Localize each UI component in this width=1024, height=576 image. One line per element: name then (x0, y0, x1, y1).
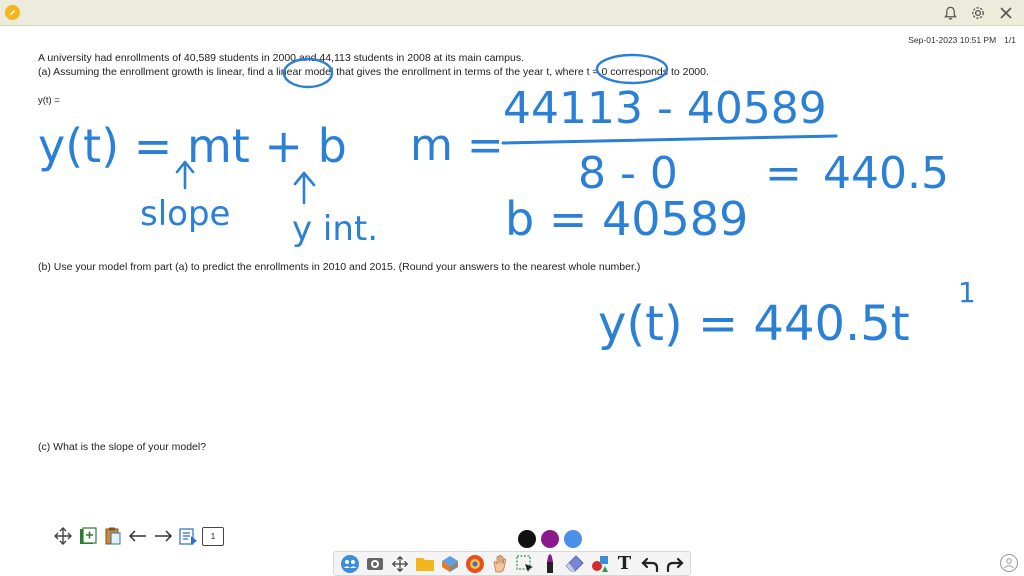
text-tool-icon[interactable]: T (615, 554, 635, 574)
ink-layer: y(t) = mt + b slope y int. m = 44113 - 4… (38, 53, 976, 352)
marker-icon[interactable] (540, 554, 560, 574)
redo-icon[interactable] (665, 554, 685, 574)
ink-m-value: 440.5 (823, 148, 949, 199)
move-icon[interactable] (52, 525, 74, 547)
ink-circle-where (595, 53, 669, 85)
arrow-right-icon[interactable] (152, 525, 174, 547)
add-page-icon[interactable] (77, 525, 99, 547)
text-tool-label: T (617, 552, 632, 574)
screenshot-icon[interactable] (365, 554, 385, 574)
ink-b-line: b = 40589 (505, 192, 748, 246)
ink-stray-mark: 1 (958, 276, 976, 309)
color-blue[interactable] (564, 530, 582, 548)
ink-model-result: y(t) = 440.5t (598, 296, 910, 352)
clipboard-icon[interactable] (102, 525, 124, 547)
page-nav-tools: 1 (52, 525, 224, 547)
ink-label-slope: slope (140, 194, 230, 234)
arrow-left-icon[interactable] (127, 525, 149, 547)
hand-icon[interactable] (490, 554, 510, 574)
ink-m-equals: = (765, 148, 802, 199)
page-number-button[interactable]: 1 (202, 526, 224, 546)
move-icon[interactable] (390, 554, 410, 574)
ink-label-yint: y int. (292, 209, 378, 249)
ink-m-label: m = (410, 120, 504, 171)
ink-arrow-yint (293, 171, 316, 205)
ink-fraction-bar (501, 134, 838, 145)
account-icon[interactable] (1000, 554, 1018, 572)
browser-icon[interactable] (465, 554, 485, 574)
color-black[interactable] (518, 530, 536, 548)
select-icon[interactable] (515, 554, 535, 574)
ink-m-numerator: 44113 - 40589 (503, 83, 827, 134)
people-icon[interactable] (340, 554, 360, 574)
eraser-icon[interactable] (564, 554, 585, 574)
color-palette (518, 530, 582, 548)
ink-eq-model: y(t) = mt + b (38, 119, 347, 173)
shapes-palette-icon[interactable] (590, 554, 610, 574)
page-list-icon[interactable] (177, 525, 199, 547)
undo-icon[interactable] (640, 554, 660, 574)
shapes-icon[interactable] (440, 554, 460, 574)
ink-circle-linear (282, 57, 334, 89)
drawing-toolbar: T (333, 551, 691, 576)
color-purple[interactable] (541, 530, 559, 548)
folder-icon[interactable] (415, 554, 435, 574)
page-number: 1 (210, 531, 216, 541)
